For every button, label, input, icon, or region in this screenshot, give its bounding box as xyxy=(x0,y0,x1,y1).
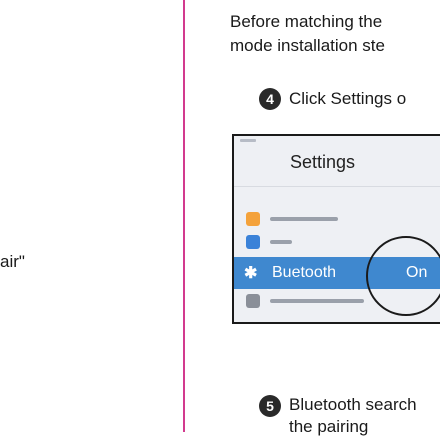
bluetooth-icon: ✱ xyxy=(244,265,258,282)
blurred-row-label xyxy=(270,217,338,221)
step-4-text: Click Settings o xyxy=(289,89,407,108)
intro-line-1: Before matching the xyxy=(230,12,383,31)
wlan-icon xyxy=(246,235,260,249)
blurred-row-label xyxy=(270,240,292,244)
magnifier-circle xyxy=(366,236,440,316)
step-number-badge: 5 xyxy=(259,395,281,417)
column-divider-rule xyxy=(183,0,185,432)
left-column-text-fragment: air" xyxy=(0,252,25,271)
step-5-line-2: the pairing xyxy=(289,417,369,436)
step-5-text: Bluetooth search the pairing xyxy=(289,394,417,438)
airplane-mode-icon xyxy=(246,212,260,226)
settings-screen-title: Settings xyxy=(290,152,356,172)
step-5: 5 Bluetooth search the pairing xyxy=(259,394,417,438)
header-divider xyxy=(234,186,440,187)
step-number-badge: 4 xyxy=(259,88,281,110)
phone-settings-screenshot: Settings ✱ Buetooth On xyxy=(232,134,440,324)
bluetooth-row-label: Buetooth xyxy=(272,264,337,281)
intro-paragraph: Before matching the mode installation st… xyxy=(230,10,385,58)
blurred-row-label xyxy=(270,299,364,303)
step-5-line-1: Bluetooth search xyxy=(289,395,417,414)
intro-line-2: mode installation ste xyxy=(230,36,385,55)
notification-center-icon xyxy=(246,294,260,308)
step-4: 4 Click Settings o xyxy=(259,88,406,110)
status-bar-indicator xyxy=(240,139,256,142)
